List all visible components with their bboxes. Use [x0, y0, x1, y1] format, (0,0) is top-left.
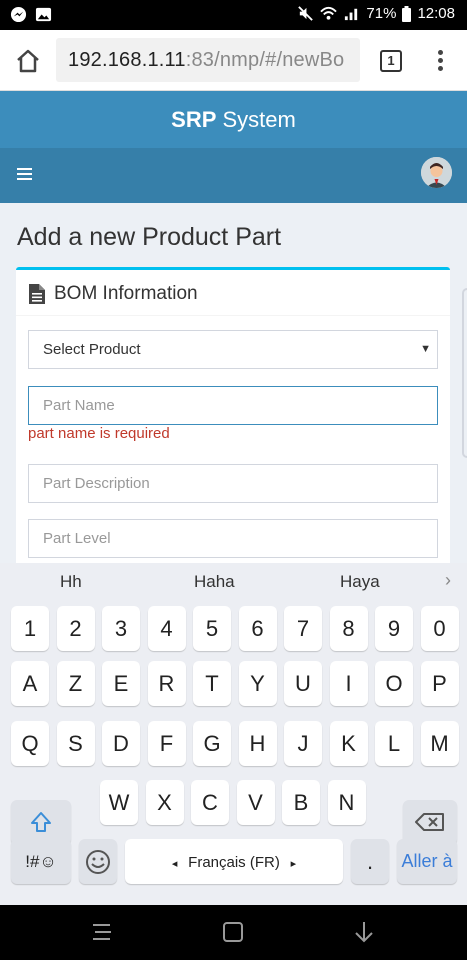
letter-key-o[interactable]: O	[375, 661, 413, 706]
number-key-7[interactable]: 7	[284, 606, 322, 651]
box-title: BOM Information	[54, 283, 198, 304]
number-key-5[interactable]: 5	[193, 606, 231, 651]
app-title-rest: System	[216, 107, 296, 132]
clock: 12:08	[417, 5, 455, 22]
recent-apps-icon[interactable]	[90, 921, 114, 943]
url-host: 192.168.1.11	[68, 49, 186, 71]
battery-percent: 71%	[366, 5, 397, 22]
bom-information-box: BOM Information Select Product ▼ Part Na…	[16, 267, 450, 563]
user-avatar-icon	[421, 157, 452, 188]
letter-key-l[interactable]: L	[375, 721, 413, 766]
gallery-icon	[35, 7, 52, 22]
emoji-key[interactable]	[79, 839, 117, 884]
mute-icon	[298, 6, 314, 21]
number-key-9[interactable]: 9	[375, 606, 413, 651]
letter-key-e[interactable]: E	[102, 661, 140, 706]
number-key-3[interactable]: 3	[102, 606, 140, 651]
app-header: SRP System	[0, 91, 467, 148]
number-key-8[interactable]: 8	[329, 606, 368, 651]
letter-key-z[interactable]: Z	[56, 661, 95, 706]
overflow-menu-icon[interactable]	[430, 48, 450, 74]
letter-key-i[interactable]: I	[329, 661, 368, 706]
dropdown-caret-icon: ▼	[420, 343, 431, 355]
letter-key-d[interactable]: D	[102, 721, 140, 766]
space-key[interactable]: ◂ Français (FR) ▸	[125, 839, 343, 884]
letter-key-n[interactable]: N	[327, 780, 366, 825]
page-title: Add a new Product Part	[17, 223, 282, 251]
part-name-error: part name is required	[28, 425, 170, 442]
document-icon	[29, 284, 45, 304]
period-key[interactable]: .	[351, 839, 389, 884]
soft-keyboard: Hh Haha Haya › 1234567890 AZERTYUIOP QSDFG…	[0, 563, 467, 905]
shift-icon	[31, 812, 51, 832]
app-title-bold: SRP	[171, 107, 217, 132]
letter-key-u[interactable]: U	[284, 661, 322, 706]
box-header: BOM Information	[28, 283, 198, 305]
letter-key-q[interactable]: Q	[11, 721, 49, 766]
letter-key-j[interactable]: J	[284, 721, 322, 766]
browser-toolbar: 192.168.1.11:83/nmp/#/newBo 1	[0, 30, 467, 91]
number-key-0[interactable]: 0	[420, 606, 459, 651]
main-content: Add a new Product Part BOM Information S…	[0, 203, 467, 563]
letter-key-h[interactable]: H	[238, 721, 277, 766]
letter-key-c[interactable]: C	[191, 780, 229, 825]
home-button-icon[interactable]	[222, 920, 244, 944]
part-description-input[interactable]: Part Description	[28, 464, 438, 503]
backspace-icon	[415, 813, 444, 831]
number-key-2[interactable]: 2	[56, 606, 95, 651]
box-divider	[16, 315, 450, 316]
letter-key-r[interactable]: R	[147, 661, 186, 706]
select-product-dropdown[interactable]: Select Product ▼	[28, 330, 438, 369]
messenger-icon	[10, 6, 27, 23]
suggestion-2[interactable]: Haha	[194, 572, 235, 592]
number-key-4[interactable]: 4	[147, 606, 186, 651]
symbols-key[interactable]: !#☺	[11, 839, 71, 884]
chevron-right-icon[interactable]: ›	[445, 570, 451, 591]
letter-key-g[interactable]: G	[193, 721, 231, 766]
avatar[interactable]	[421, 157, 452, 188]
part-name-input[interactable]: Part Name	[28, 386, 438, 425]
letter-key-b[interactable]: B	[282, 780, 320, 825]
letter-key-w[interactable]: W	[100, 780, 138, 825]
letter-key-k[interactable]: K	[329, 721, 368, 766]
space-left-arrow-icon: ◂	[171, 858, 178, 870]
back-icon[interactable]	[352, 920, 376, 944]
side-panel-edge	[462, 288, 467, 458]
system-navigation-bar	[0, 905, 467, 960]
suggestion-1[interactable]: Hh	[60, 572, 82, 592]
battery-icon	[402, 5, 412, 22]
letter-key-t[interactable]: T	[193, 661, 231, 706]
letter-key-f[interactable]: F	[147, 721, 186, 766]
go-key[interactable]: Aller à	[397, 839, 457, 884]
select-product-value: Select Product	[43, 341, 141, 358]
app-navbar	[0, 148, 467, 203]
letter-key-s[interactable]: S	[56, 721, 95, 766]
hamburger-menu-icon[interactable]	[17, 168, 32, 182]
space-right-arrow-icon: ▸	[290, 858, 297, 870]
letter-key-y[interactable]: Y	[238, 661, 277, 706]
url-path: :83/nmp/#/newBo	[185, 49, 345, 71]
letter-key-p[interactable]: P	[420, 661, 459, 706]
tab-switcher-button[interactable]: 1	[380, 50, 402, 72]
part-level-input[interactable]: Part Level	[28, 519, 438, 558]
number-key-6[interactable]: 6	[238, 606, 277, 651]
emoji-icon	[86, 850, 110, 874]
address-bar[interactable]: 192.168.1.11:83/nmp/#/newBo	[56, 38, 360, 82]
letter-key-x[interactable]: X	[145, 780, 184, 825]
letter-key-v[interactable]: V	[236, 780, 275, 825]
status-bar: 71% 12:08	[0, 0, 467, 30]
suggestion-3[interactable]: Haya	[340, 572, 380, 592]
letter-key-a[interactable]: A	[11, 661, 49, 706]
home-icon[interactable]	[14, 47, 42, 75]
wifi-icon	[320, 6, 338, 20]
space-language-label: Français (FR)	[188, 854, 280, 871]
signal-icon	[345, 8, 358, 21]
number-key-1[interactable]: 1	[11, 606, 49, 651]
letter-key-m[interactable]: M	[420, 721, 459, 766]
suggestion-strip: Hh Haha Haya ›	[0, 563, 467, 600]
